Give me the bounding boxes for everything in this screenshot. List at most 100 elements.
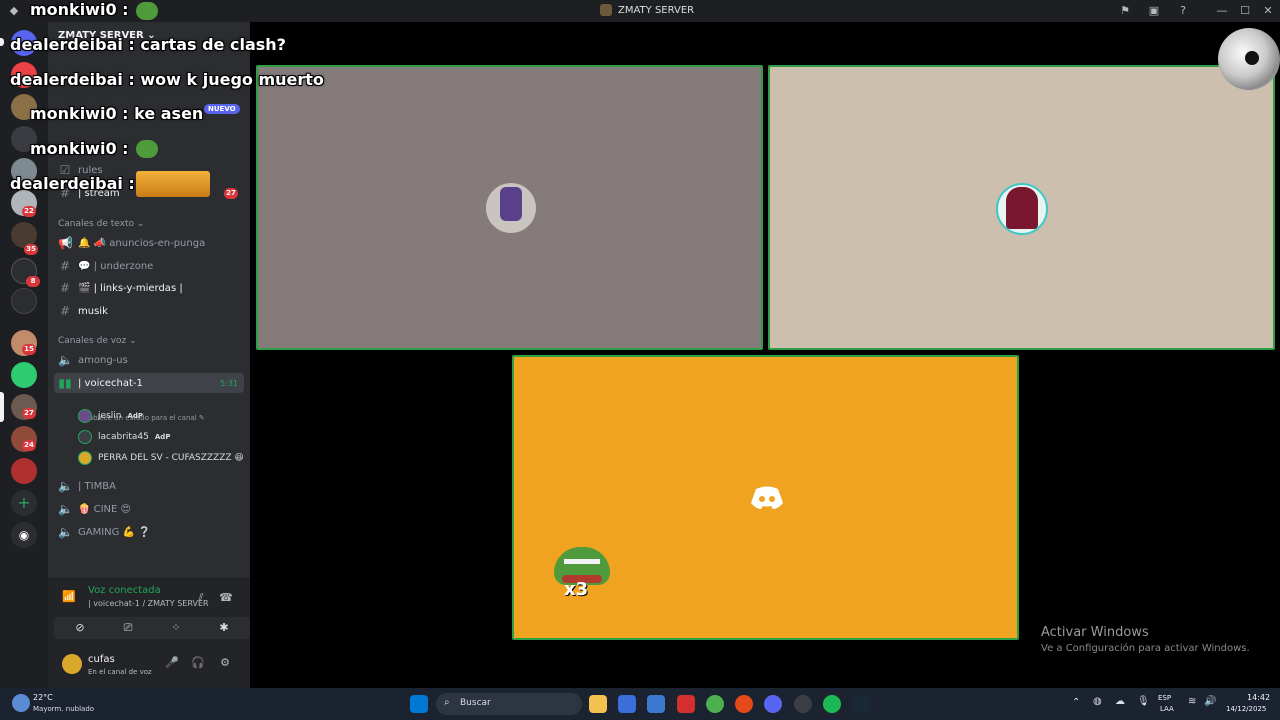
language-indicator[interactable]: ESP bbox=[1158, 694, 1171, 702]
category-label: Canales de voz bbox=[58, 336, 127, 346]
discord-icon[interactable] bbox=[764, 695, 782, 713]
channel-label: 🎬 | links-y-mierdas | bbox=[78, 282, 183, 294]
voice-channel-gaming[interactable]: 🔈 GAMING 💪 ❔ bbox=[58, 522, 244, 542]
clock-date[interactable]: 14/12/2025 bbox=[1226, 705, 1266, 713]
new-badge: NUEVO bbox=[204, 104, 240, 114]
emote-shape bbox=[564, 559, 600, 564]
discord-logo-icon bbox=[751, 486, 783, 509]
voice-user-name: PERRA DEL SV - CUFASZZZZZ 😆 bbox=[98, 453, 244, 463]
avatar bbox=[78, 409, 92, 423]
app-logo-icon: ◆ bbox=[9, 4, 19, 17]
user-tag: AdP bbox=[127, 412, 143, 420]
voice-user[interactable]: lacabrita45 AdP bbox=[78, 428, 170, 446]
screen-share-button[interactable]: ⎚ bbox=[102, 617, 154, 639]
chrome-icon[interactable] bbox=[735, 695, 753, 713]
volume-icon[interactable]: 🔊 bbox=[1204, 696, 1216, 707]
notification-badge: 27 bbox=[22, 408, 36, 419]
file-explorer-icon[interactable] bbox=[589, 695, 607, 713]
signal-icon[interactable]: 📶 bbox=[62, 590, 76, 604]
spotify-icon[interactable] bbox=[823, 695, 841, 713]
flag-icon[interactable]: ⚑ bbox=[1117, 3, 1133, 19]
microphone-icon[interactable]: 🎤 bbox=[165, 656, 179, 670]
avatar[interactable] bbox=[62, 654, 82, 674]
gear-icon[interactable]: ⚙ bbox=[218, 656, 232, 670]
wifi-icon[interactable]: ≋ bbox=[1188, 696, 1196, 707]
discover-icon[interactable]: ◉ bbox=[11, 522, 37, 548]
channel-musik[interactable]: # musik bbox=[58, 301, 244, 321]
server-icon[interactable] bbox=[11, 288, 37, 314]
minimize-button[interactable]: — bbox=[1214, 3, 1230, 19]
chat-line: monkiwi0 : bbox=[30, 139, 129, 158]
tray-app-icon[interactable]: ☁ bbox=[1115, 696, 1125, 707]
stream-tile-self[interactable]: x3 bbox=[512, 355, 1019, 640]
steam-icon[interactable] bbox=[852, 695, 870, 713]
unread-pill bbox=[0, 38, 4, 46]
voice-user-name: jeslin bbox=[98, 411, 122, 421]
close-button[interactable]: ✕ bbox=[1260, 3, 1276, 19]
camera-button[interactable]: ⊘ bbox=[54, 617, 106, 639]
category-voice-channels[interactable]: Canales de voz ⌄ bbox=[58, 336, 137, 346]
start-icon[interactable] bbox=[410, 695, 428, 713]
app-icon[interactable] bbox=[794, 695, 812, 713]
search-icon: ⌕ bbox=[444, 697, 450, 708]
voice-user[interactable]: jeslin AdP bbox=[78, 407, 143, 425]
speaker-icon: 🔈 bbox=[58, 479, 73, 493]
stream-tile[interactable] bbox=[768, 65, 1275, 350]
user-panel: cufas En el canal de voz 🎤 🎧 ⚙ bbox=[48, 648, 250, 688]
channel-label: | voicechat-1 bbox=[78, 377, 143, 389]
speaker-icon: 🔈 bbox=[58, 353, 73, 367]
voice-channel-voicechat-1[interactable]: ▮▮ | voicechat-1 5:31 bbox=[54, 373, 244, 393]
voice-channel-timba[interactable]: 🔈 | TIMBA bbox=[58, 476, 244, 496]
disconnect-icon[interactable]: ☎ bbox=[219, 591, 233, 605]
chrome-icon[interactable] bbox=[706, 695, 724, 713]
app-root: ◆ ZMATY SERVER ⚑ ▣ ? — ☐ ✕ + ◉ 22 35 8 1… bbox=[0, 0, 1280, 720]
search-box[interactable]: ⌕ Buscar bbox=[436, 693, 582, 715]
voice-channel-among-us[interactable]: 🔈 among-us bbox=[58, 350, 244, 370]
orange-emote-icon bbox=[136, 171, 210, 197]
channel-label: GAMING 💪 ❔ bbox=[78, 526, 151, 538]
chat-line: monkiwi0 : ke asen bbox=[30, 104, 204, 123]
weather-icon[interactable] bbox=[12, 694, 30, 712]
speaker-icon: 🔈 bbox=[58, 525, 73, 539]
maximize-button[interactable]: ☐ bbox=[1237, 3, 1253, 19]
weather-temp[interactable]: 22°C bbox=[33, 693, 53, 702]
tray-app-icon[interactable]: ◍ bbox=[1093, 696, 1102, 707]
activities-button[interactable]: ⁘ bbox=[150, 617, 202, 639]
hash-icon: # bbox=[59, 304, 71, 318]
speaker-icon: 🔈 bbox=[58, 502, 73, 516]
screen-icon[interactable]: ▣ bbox=[1146, 3, 1162, 19]
channel-label: 🍿 CINE 😍 bbox=[78, 503, 131, 515]
server-icon[interactable] bbox=[11, 362, 37, 388]
store-icon[interactable] bbox=[647, 695, 665, 713]
soundboard-button[interactable]: ✱ bbox=[198, 617, 250, 639]
emote-shape bbox=[136, 140, 158, 158]
voice-user[interactable]: PERRA DEL SV - CUFASZZZZZ 😆 bbox=[78, 449, 244, 467]
add-server-icon[interactable]: + bbox=[11, 490, 37, 516]
voice-channel-path[interactable]: | voicechat-1 / ZMATY SERVER bbox=[88, 599, 209, 608]
tray-mic-icon[interactable]: 🎙 bbox=[1137, 696, 1150, 707]
channel-underzone[interactable]: # 💬 | underzone bbox=[58, 256, 244, 276]
clock-time[interactable]: 14:42 bbox=[1247, 693, 1270, 702]
notification-badge: 8 bbox=[26, 276, 40, 287]
channel-links[interactable]: # 🎬 | links-y-mierdas | bbox=[58, 278, 244, 298]
stream-tile[interactable] bbox=[256, 65, 763, 350]
pepe-emote-icon: x3 bbox=[552, 543, 612, 600]
app-icon[interactable] bbox=[677, 695, 695, 713]
voice-channel-cine[interactable]: 🔈 🍿 CINE 😍 bbox=[58, 499, 244, 519]
avatar bbox=[78, 430, 92, 444]
chat-line: monkiwi0 : bbox=[30, 0, 129, 19]
tray-chevron-icon[interactable]: ⌃ bbox=[1072, 697, 1080, 708]
weather-desc[interactable]: Mayorm. nublado bbox=[33, 705, 94, 713]
category-label: Canales de texto bbox=[58, 219, 134, 229]
server-icon[interactable] bbox=[11, 458, 37, 484]
app-icon[interactable] bbox=[618, 695, 636, 713]
category-text-channels[interactable]: Canales de texto ⌄ bbox=[58, 219, 144, 229]
notification-badge: 22 bbox=[22, 206, 36, 217]
headphones-icon[interactable]: 🎧 bbox=[191, 656, 205, 670]
participant-avatar bbox=[996, 183, 1048, 235]
language-layout[interactable]: LAA bbox=[1160, 705, 1174, 713]
help-icon[interactable]: ? bbox=[1175, 3, 1191, 19]
user-name[interactable]: cufas bbox=[88, 654, 115, 665]
noise-suppression-icon[interactable]: ⫽ bbox=[194, 591, 208, 605]
channel-anuncios[interactable]: 📢 🔔 📣 anuncios-en-punga bbox=[58, 233, 244, 253]
